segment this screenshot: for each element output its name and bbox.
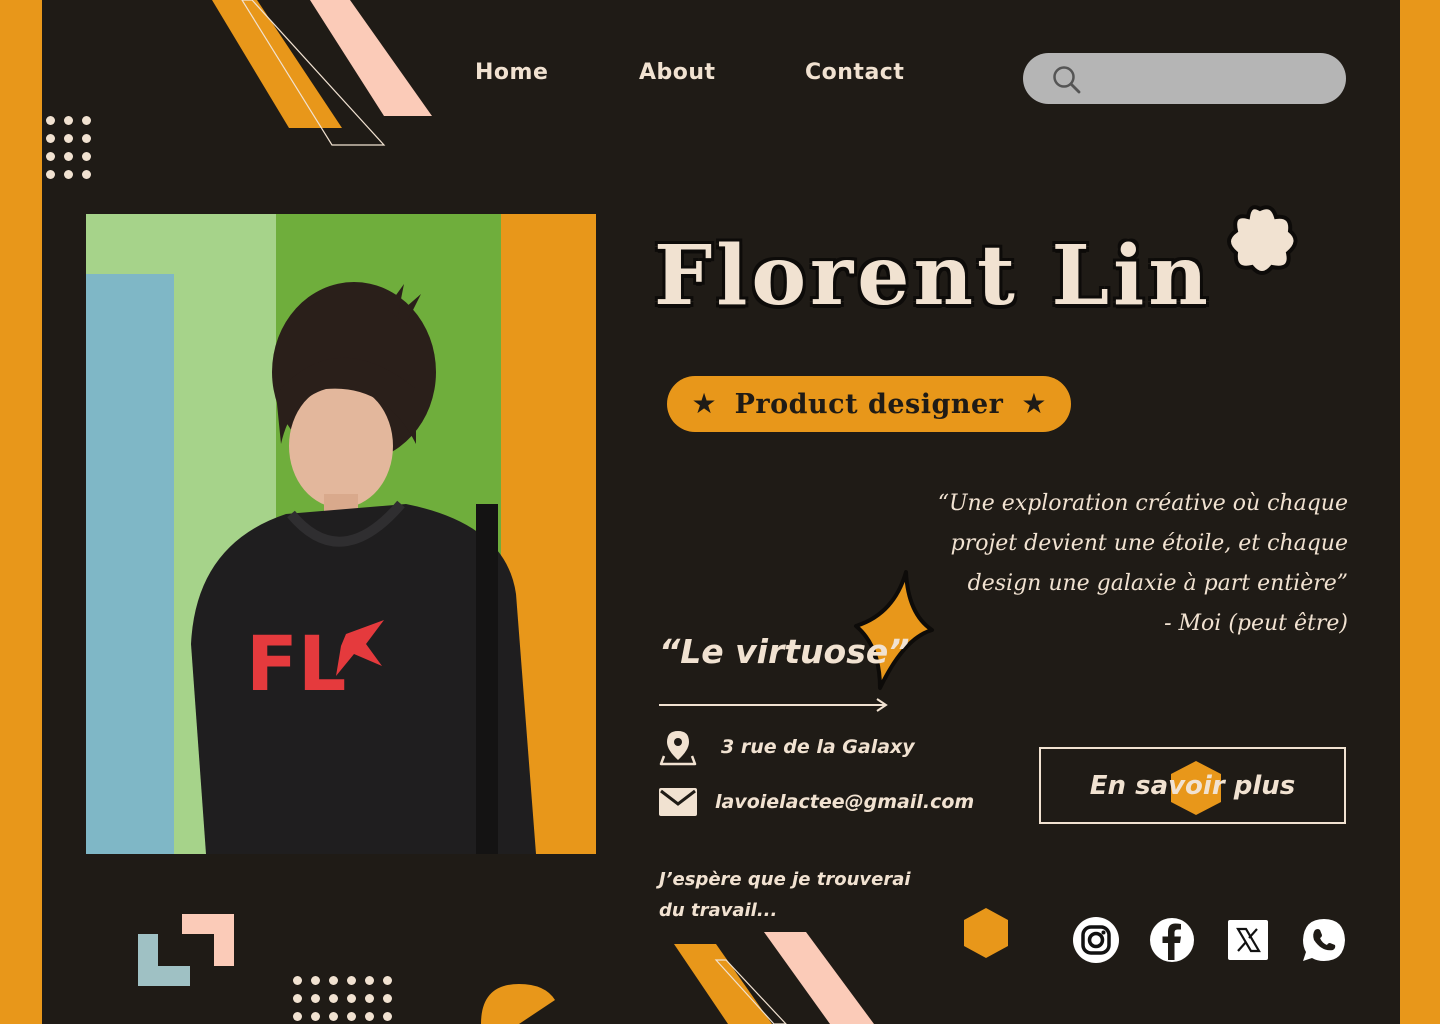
- star-icon: ★: [1021, 387, 1047, 420]
- dot-grid-decoration: [293, 976, 392, 1021]
- arrow-right-icon: [659, 698, 888, 712]
- role-label: Product designer: [734, 388, 1004, 420]
- star-icon: ★: [691, 387, 717, 420]
- nav-about[interactable]: About: [639, 60, 716, 85]
- stripes-decoration: [212, 0, 432, 146]
- facebook-icon[interactable]: [1148, 916, 1196, 964]
- main-panel: Home About Contact FL Florent Lin ★ Prod…: [42, 0, 1400, 1024]
- nickname: “Le virtuose”: [659, 632, 910, 671]
- role-badge: ★ Product designer ★: [667, 376, 1071, 432]
- profile-name: Florent Lin: [654, 228, 1212, 324]
- corner-shapes-decoration: [138, 914, 234, 986]
- address-row: 3 rue de la Galaxy: [659, 728, 915, 766]
- nav-contact[interactable]: Contact: [805, 60, 904, 85]
- address-text: 3 rue de la Galaxy: [721, 736, 915, 758]
- email-row[interactable]: lavoielactee@gmail.com: [659, 788, 974, 816]
- search-input[interactable]: [1093, 63, 1323, 94]
- flower-blob-decoration: [1227, 205, 1298, 275]
- semicircle-decoration: [481, 984, 555, 1024]
- dot-grid-decoration: [46, 116, 91, 179]
- nav-home[interactable]: Home: [475, 60, 548, 85]
- learn-more-button[interactable]: En savoir plus: [1039, 747, 1346, 824]
- tagline-line: du travail...: [659, 900, 778, 921]
- instagram-icon[interactable]: [1072, 916, 1120, 964]
- tagline: J’espère que je trouverai du travail...: [659, 864, 911, 926]
- email-link[interactable]: lavoielactee@gmail.com: [715, 791, 974, 813]
- hexagon-decoration: [964, 908, 1008, 958]
- x-icon[interactable]: [1226, 918, 1270, 962]
- whatsapp-icon[interactable]: [1300, 916, 1348, 964]
- stripes-decoration: [674, 932, 874, 1024]
- shirt-logo-text: FL: [246, 619, 346, 708]
- mail-icon: [659, 788, 697, 816]
- quote-line: “Une exploration créative où chaque: [937, 491, 1348, 516]
- quote-line: design une galaxie à part entière”: [967, 571, 1348, 596]
- sparkle-star-decoration: [854, 570, 934, 690]
- search-icon[interactable]: [1051, 64, 1083, 96]
- quote-attribution: - Moi (peut être): [1164, 611, 1348, 636]
- profile-photo: FL: [86, 214, 596, 854]
- quote-block: “Une exploration créative où chaque proj…: [928, 484, 1348, 644]
- location-pin-icon: [659, 731, 697, 766]
- search-bar[interactable]: [1023, 53, 1346, 104]
- quote-line: projet devient une étoile, et chaque: [950, 531, 1348, 556]
- tagline-line: J’espère que je trouverai: [659, 869, 911, 890]
- learn-more-label: En savoir plus: [1089, 770, 1296, 801]
